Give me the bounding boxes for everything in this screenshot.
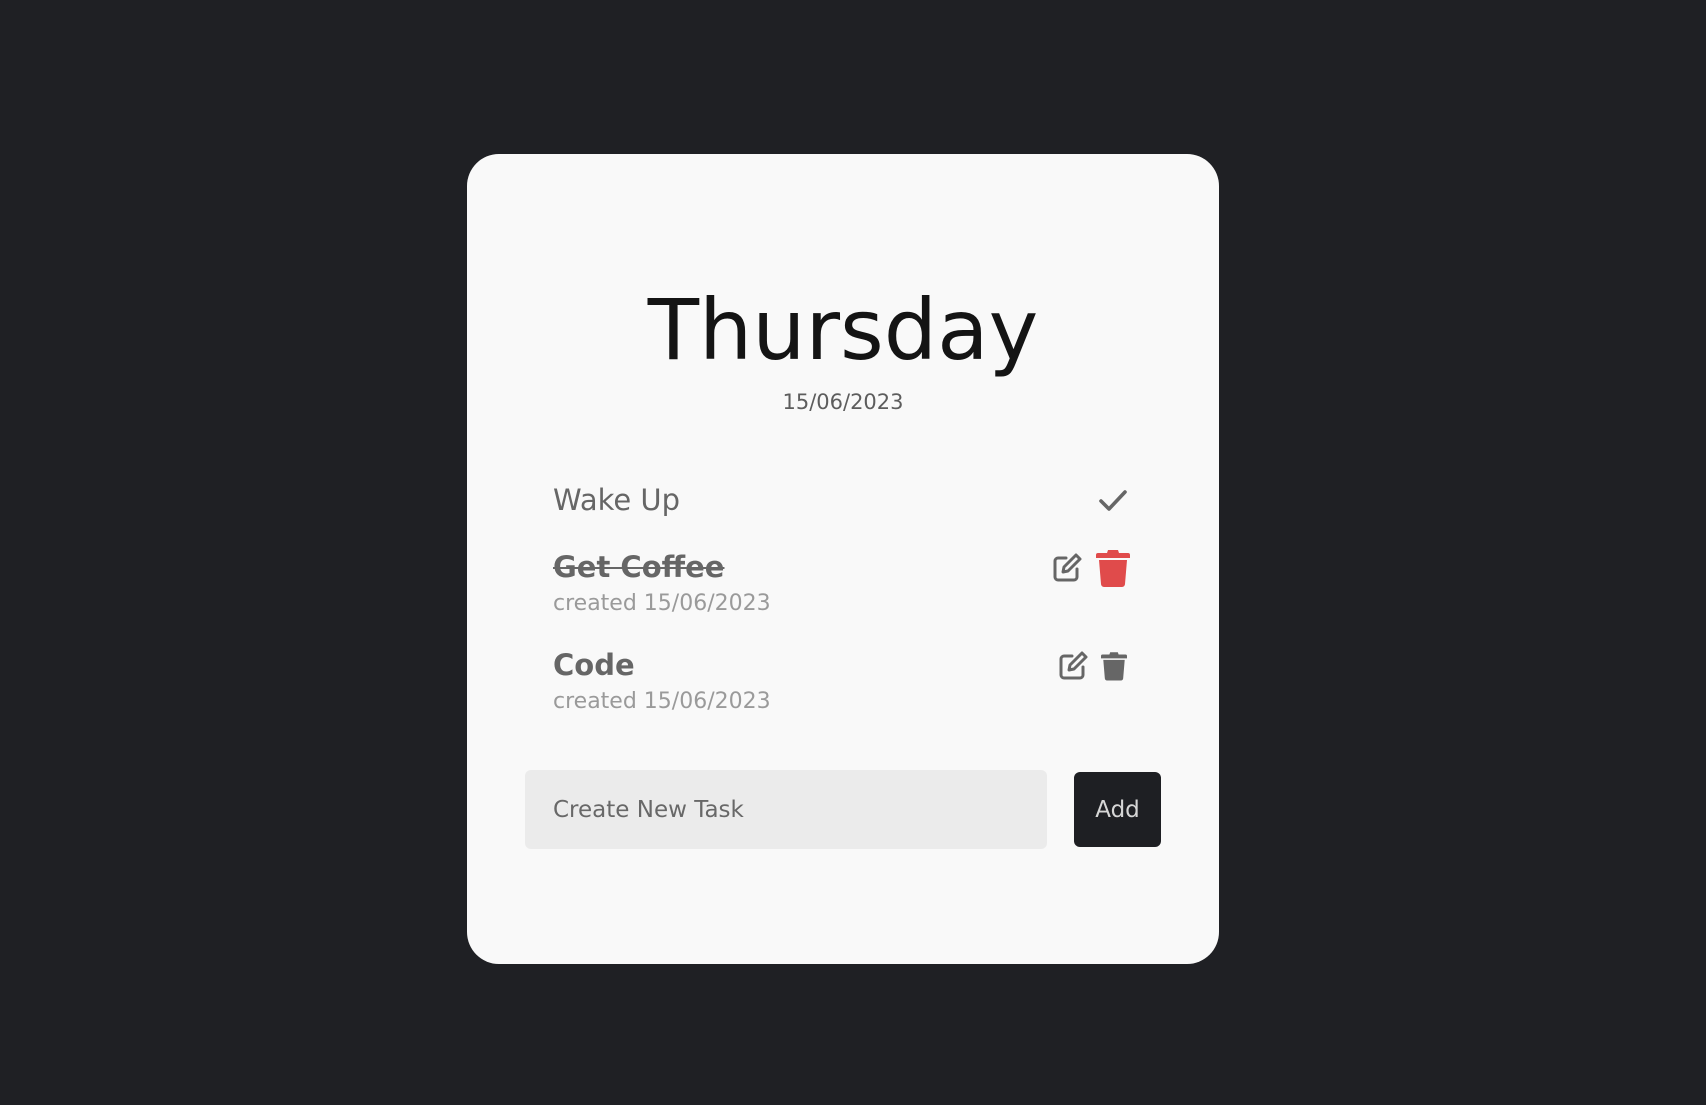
trash-icon[interactable]	[1099, 649, 1129, 683]
trash-icon[interactable]	[1093, 547, 1133, 589]
task-title[interactable]: Code	[553, 645, 635, 685]
check-icon[interactable]	[1093, 484, 1133, 518]
task-item: Code created 15/06/2023	[553, 645, 1133, 725]
edit-icon[interactable]	[1055, 648, 1091, 684]
task-title[interactable]: Wake Up	[553, 480, 680, 520]
task-created-date: created 15/06/2023	[553, 689, 771, 714]
task-item: Get Coffee created 15/06/2023	[553, 547, 1133, 627]
new-task-input[interactable]	[525, 770, 1047, 849]
task-item: Wake Up	[553, 480, 1133, 530]
current-date: 15/06/2023	[782, 390, 904, 414]
add-task-button[interactable]: Add	[1074, 772, 1161, 847]
task-title[interactable]: Get Coffee	[553, 547, 724, 587]
todo-card: Thursday 15/06/2023 Wake Up Get Coffee c…	[467, 154, 1219, 964]
task-created-date: created 15/06/2023	[553, 591, 771, 616]
day-title: Thursday	[647, 281, 1039, 379]
edit-icon[interactable]	[1049, 550, 1085, 586]
